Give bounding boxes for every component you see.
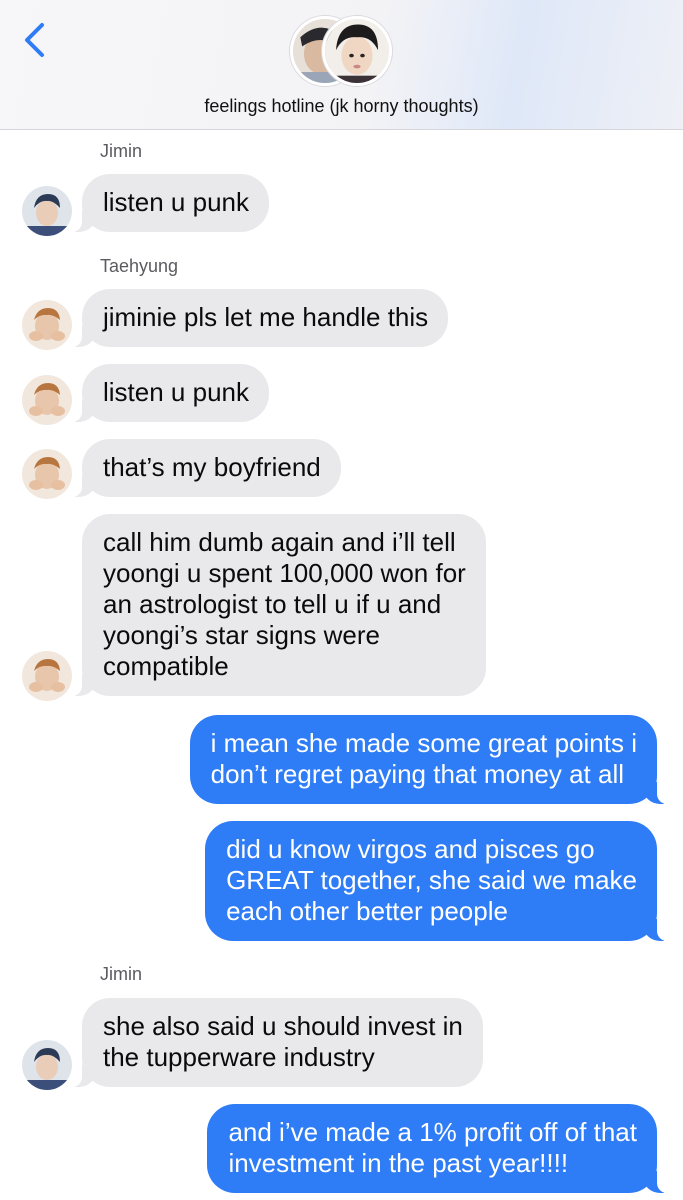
sender-avatar[interactable] bbox=[22, 186, 72, 236]
incoming-message[interactable]: listen u punk bbox=[72, 174, 269, 232]
outgoing-message[interactable]: i mean she made some great points i don’… bbox=[189, 715, 668, 804]
group-avatars[interactable] bbox=[290, 16, 394, 88]
conversation-header: feelings hotline (jk horny thoughts) bbox=[0, 0, 683, 130]
outgoing-message[interactable]: did u know virgos and pisces go GREAT to… bbox=[205, 821, 667, 941]
sender-avatar[interactable] bbox=[22, 375, 72, 425]
incoming-message[interactable]: jiminie pls let me handle this bbox=[71, 289, 449, 347]
chevron-left-icon bbox=[25, 23, 44, 57]
incoming-message[interactable]: that’s my boyfriend bbox=[72, 439, 341, 497]
chat-title: feelings hotline (jk horny thoughts) bbox=[204, 96, 479, 116]
incoming-message[interactable]: call him dumb again and i’ll tell yoongi… bbox=[72, 514, 486, 696]
sender-name: Taehyung bbox=[100, 256, 179, 276]
sender-name: Jimin bbox=[100, 964, 143, 984]
back-button[interactable] bbox=[18, 20, 52, 60]
incoming-message[interactable]: listen u punk bbox=[72, 364, 269, 422]
sender-avatar[interactable] bbox=[22, 449, 72, 499]
incoming-message[interactable]: she also said u should invest in the tup… bbox=[72, 998, 483, 1087]
group-avatar-2 bbox=[322, 16, 392, 86]
sender-name: Jimin bbox=[100, 141, 143, 161]
outgoing-message[interactable]: and i’ve made a 1% profit off of that in… bbox=[207, 1104, 667, 1193]
sender-avatar[interactable] bbox=[22, 300, 72, 350]
sender-avatar[interactable] bbox=[22, 651, 72, 701]
sender-avatar[interactable] bbox=[22, 1040, 72, 1090]
